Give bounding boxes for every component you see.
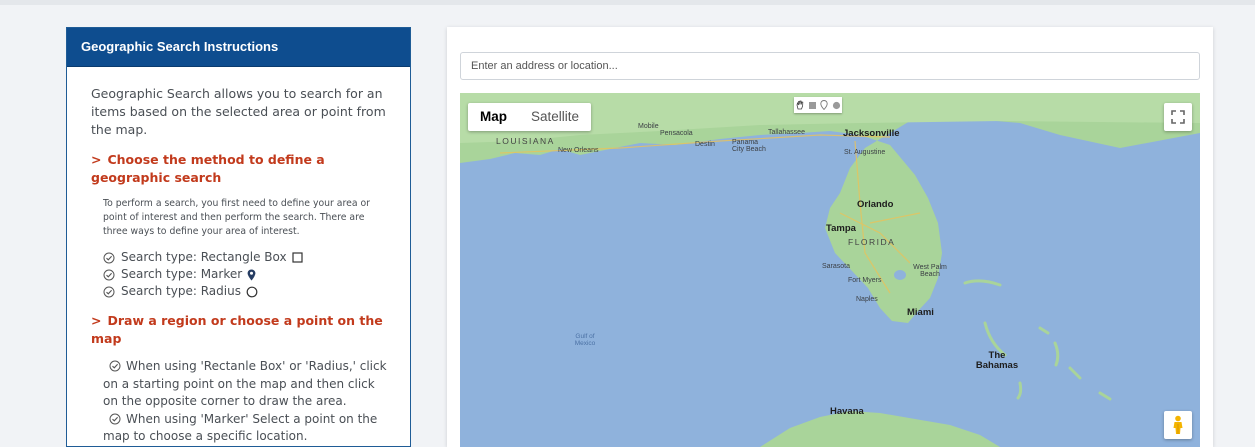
map-type-satellite-button[interactable]: Satellite (519, 103, 591, 131)
instructions-panel: Geographic Search Instructions Geographi… (66, 27, 411, 447)
map-label-pensacola: Pensacola (660, 130, 693, 137)
drawing-toolbar (794, 97, 842, 113)
check-circle-icon (103, 252, 115, 263)
check-circle-icon (103, 269, 115, 280)
fullscreen-button[interactable] (1164, 103, 1192, 131)
street-view-button[interactable] (1164, 411, 1192, 439)
search-type-rectangle: Search type: Rectangle Box (121, 250, 287, 264)
marker-icon[interactable] (819, 100, 830, 111)
method-description: To perform a search, you first need to d… (103, 198, 370, 237)
map-viewport[interactable]: LOUISIANA New Orleans Mobile Pensacola D… (460, 93, 1200, 447)
hand-icon[interactable] (795, 100, 806, 111)
panel-body: Geographic Search allows you to search f… (67, 67, 410, 446)
section-draw-region-title: Draw a region or choose a point on the m… (91, 313, 383, 346)
section-choose-method-title: Choose the method to define a geographic… (91, 152, 325, 185)
map-type-control: Map Satellite (468, 103, 592, 131)
list-item: Search type: Marker (103, 266, 388, 283)
map-label-jacksonville: Jacksonville (843, 128, 900, 139)
map-card: LOUISIANA New Orleans Mobile Pensacola D… (447, 27, 1213, 447)
panel-title: Geographic Search Instructions (67, 28, 410, 67)
draw-tips: When using 'Rectanle Box' or 'Radius,' c… (103, 358, 388, 446)
square-icon (292, 252, 309, 263)
map-label-gulf: Gulf of Mexico (574, 333, 596, 347)
map-label-mobile: Mobile (638, 123, 659, 130)
fullscreen-icon (1171, 110, 1185, 124)
pegman-icon (1173, 415, 1183, 434)
map-label-orlando: Orlando (857, 199, 894, 210)
bahamas-islands (963, 279, 1112, 401)
list-item: When using 'Rectanle Box' or 'Radius,' c… (103, 358, 388, 411)
lake-okeechobee (894, 270, 906, 280)
cuba-land (760, 411, 1000, 447)
search-type-marker: Search type: Marker (121, 267, 243, 281)
map-marker-icon (247, 269, 262, 281)
map-type-map-button[interactable]: Map (468, 103, 519, 131)
location-search-input[interactable] (460, 52, 1200, 80)
check-circle-icon (109, 360, 121, 372)
map-label-havana: Havana (830, 406, 864, 417)
chevron-right-icon: > (91, 313, 102, 328)
map-label-naples: Naples (856, 296, 878, 303)
check-circle-icon (109, 413, 121, 424)
circle-icon[interactable] (831, 100, 842, 111)
map-label-miami: Miami (907, 307, 934, 318)
circle-icon (246, 286, 264, 298)
list-item: Search type: Radius (103, 283, 388, 300)
search-type-list: Search type: Rectangle Box Search type: … (103, 249, 388, 300)
tip-rectangle-radius: When using 'Rectanle Box' or 'Radius,' c… (103, 359, 387, 408)
intro-text: Geographic Search allows you to search f… (91, 86, 386, 137)
chevron-right-icon: > (91, 152, 102, 167)
map-label-sarasota: Sarasota (822, 263, 851, 270)
map-label-tallahassee: Tallahassee (768, 129, 805, 136)
list-item: Search type: Rectangle Box (103, 249, 388, 266)
search-type-radius: Search type: Radius (121, 284, 241, 298)
top-bar (0, 0, 1255, 5)
map-label-bahamas: The Bahamas (975, 350, 1019, 371)
rectangle-icon[interactable] (807, 100, 818, 111)
map-label-new-orleans: New Orleans (558, 147, 599, 154)
map-label-panama-city: Panama City Beach (732, 139, 766, 153)
section-choose-method: > Choose the method to define a geographi… (91, 151, 388, 187)
map-label-louisiana: LOUISIANA (496, 136, 555, 146)
map-label-st-augustine: St. Augustine (844, 149, 886, 156)
map-label-destin: Destin (695, 141, 715, 148)
section-draw-region: > Draw a region or choose a point on the … (91, 312, 388, 348)
check-circle-icon (103, 286, 115, 297)
map-label-tampa: Tampa (826, 223, 856, 234)
tip-marker: When using 'Marker' Select a point on th… (103, 411, 378, 444)
map-label-west-palm: West Palm Beach (913, 264, 947, 278)
map-label-fort-myers: Fort Myers (848, 277, 882, 284)
list-item: When using 'Marker' Select a point on th… (103, 411, 388, 446)
map-label-florida: FLORIDA (848, 237, 896, 247)
